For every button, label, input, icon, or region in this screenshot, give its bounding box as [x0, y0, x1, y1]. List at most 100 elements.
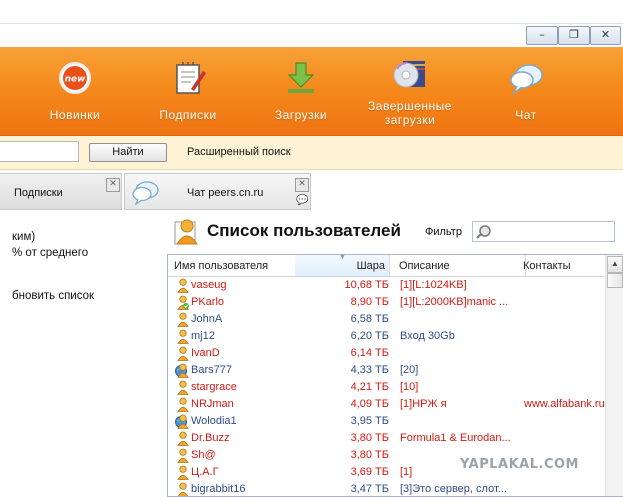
sort-arrow-icon: ▼: [339, 254, 346, 261]
user-icon: [175, 448, 189, 463]
table-row[interactable]: PKarlo 8,90 ТБ [1][L:2000KB]manic ...: [168, 294, 605, 311]
toolbar-completed-downloads-button[interactable]: Завершенные загрузки: [362, 47, 458, 135]
user-description: Formula1 & Eurodan...: [400, 432, 511, 444]
search-input[interactable]: [0, 141, 79, 162]
table-row[interactable]: vaseug 10,68 ТБ [1][L:1024KB]: [168, 277, 605, 294]
column-header-contacts[interactable]: Контакты: [517, 255, 609, 276]
vertical-scrollbar[interactable]: ▲: [605, 255, 623, 496]
toolbar-chat-button[interactable]: Чат: [500, 47, 552, 135]
user-name[interactable]: NRJman: [191, 396, 234, 413]
user-name[interactable]: Bars777: [191, 362, 232, 379]
tab-chat-peers[interactable]: Чат peers.cn.ru ✕ 💬: [124, 173, 311, 210]
user-description: [1][L:1024KB]: [400, 279, 467, 291]
user-contact: www.alfabank.ru: [524, 398, 604, 410]
user-name[interactable]: mj12: [191, 328, 215, 345]
left-text-2: % от среднего: [12, 247, 89, 259]
watermark-text: YAPLAKAL.COM: [460, 457, 579, 472]
tab-close-icon[interactable]: ✕: [295, 178, 309, 192]
user-share: 3,80 ТБ: [350, 449, 389, 461]
user-share: 4,33 ТБ: [350, 364, 389, 376]
user-globe-icon: [175, 414, 189, 429]
completed-downloads-disc-icon: [393, 61, 425, 88]
column-header-username[interactable]: Имя пользователя: [168, 255, 301, 276]
user-share: 10,68 ТБ: [344, 279, 389, 291]
user-share: 3,95 ТБ: [350, 415, 389, 427]
scroll-up-arrow-icon[interactable]: ▲: [607, 256, 623, 273]
user-name[interactable]: Wolodia1: [191, 413, 237, 430]
toolbar-completed-label-line2: загрузки: [384, 113, 436, 127]
filter-label: Фильтр: [425, 226, 462, 238]
restore-button[interactable]: ❐: [558, 26, 590, 45]
minimize-button[interactable]: –: [526, 26, 558, 45]
user-description: [10]: [400, 381, 419, 393]
user-name[interactable]: PKarlo: [191, 294, 224, 311]
tab-close-icon[interactable]: ✕: [106, 178, 120, 192]
user-name[interactable]: JohnA: [191, 311, 222, 328]
chat-bubbles-icon: [510, 64, 543, 96]
window-title-bar: [0, 0, 623, 22]
download-arrow-icon: [287, 62, 315, 93]
user-icon: [175, 465, 189, 480]
table-header: Имя пользователя Шара ▼ Описание Контакт…: [168, 255, 605, 277]
user-share: 4,21 ТБ: [350, 381, 389, 393]
user-icon: [175, 329, 189, 344]
toolbar-downloads-button[interactable]: Загрузки: [265, 47, 337, 135]
user-name[interactable]: vaseug: [191, 277, 226, 294]
user-name[interactable]: Sh@: [191, 447, 216, 464]
left-text-1: ким): [12, 231, 36, 243]
main-toolbar: new Новинки Подписки Загрузки Завершенны…: [0, 47, 623, 136]
advanced-search-link[interactable]: Расширенный поиск: [187, 146, 291, 158]
user-description: Вход 30Gb: [400, 330, 455, 342]
user-description: [1]НРЖ я: [400, 398, 447, 410]
chat-bubbles-icon: [132, 181, 159, 205]
column-header-share[interactable]: Шара ▼: [295, 255, 390, 276]
user-icon: [175, 380, 189, 395]
table-row[interactable]: IvanD 6,14 ТБ: [168, 345, 605, 362]
user-list-icon: [174, 219, 198, 245]
toolbar-completed-label-line1: Завершенные: [368, 99, 452, 113]
tab-subscriptions[interactable]: Подписки ✕: [0, 173, 122, 210]
table-row[interactable]: stargrace 4,21 ТБ [10]: [168, 379, 605, 396]
user-list-title: Список пользователей: [207, 221, 401, 240]
user-ok-icon: [175, 295, 189, 310]
user-icon: [175, 346, 189, 361]
table-row[interactable]: NRJman 4,09 ТБ [1]НРЖ я www.alfabank.ru: [168, 396, 605, 413]
title-divider: [0, 23, 623, 24]
scrollbar-thumb[interactable]: [607, 273, 623, 288]
user-description: [20]: [400, 364, 419, 376]
user-name[interactable]: Ц.А.Г: [191, 464, 219, 481]
toolbar-chat-label: Чат: [515, 108, 537, 122]
user-icon: [175, 278, 189, 293]
find-button[interactable]: Найти: [89, 143, 167, 162]
table-row[interactable]: mj12 6,20 ТБ Вход 30Gb: [168, 328, 605, 345]
user-name[interactable]: Dr.Buzz: [191, 430, 230, 447]
close-window-button[interactable]: ✕: [590, 26, 621, 45]
user-icon: [175, 312, 189, 327]
user-share: 6,20 ТБ: [350, 330, 389, 342]
subscriptions-notepad-icon: [176, 62, 206, 94]
toolbar-new-label: Новинки: [49, 108, 101, 122]
speech-bubble-icon: 💬: [296, 195, 309, 206]
refresh-list-link[interactable]: бновить список: [12, 290, 94, 302]
user-name[interactable]: stargrace: [191, 379, 237, 396]
column-header-description[interactable]: Описание: [390, 255, 526, 276]
toolbar-subscriptions-button[interactable]: Подписки: [150, 47, 226, 135]
user-name[interactable]: IvanD: [191, 345, 220, 362]
tab-chat-label: Чат peers.cn.ru: [187, 187, 264, 199]
table-row[interactable]: Bars777 4,33 ТБ [20]: [168, 362, 605, 379]
user-share: 4,09 ТБ: [350, 398, 389, 410]
toolbar-new-button[interactable]: new Новинки: [40, 47, 110, 135]
column-header-share-label: Шара: [356, 260, 385, 272]
user-share: 6,14 ТБ: [350, 347, 389, 359]
table-row[interactable]: JohnA 6,58 ТБ: [168, 311, 605, 328]
filter-input[interactable]: [472, 221, 615, 242]
toolbar-downloads-label: Загрузки: [274, 108, 328, 122]
user-share: 3,80 ТБ: [350, 432, 389, 444]
user-share: 3,69 ТБ: [350, 466, 389, 478]
user-icon: [175, 397, 189, 412]
table-row[interactable]: Wolodia1 3,95 ТБ: [168, 413, 605, 430]
new-badge-icon: new: [59, 62, 91, 94]
user-globe-icon: [175, 363, 189, 378]
table-row[interactable]: Dr.Buzz 3,80 ТБ Formula1 & Eurodan...: [168, 430, 605, 447]
user-description: [1][L:2000KB]manic ...: [400, 296, 509, 308]
